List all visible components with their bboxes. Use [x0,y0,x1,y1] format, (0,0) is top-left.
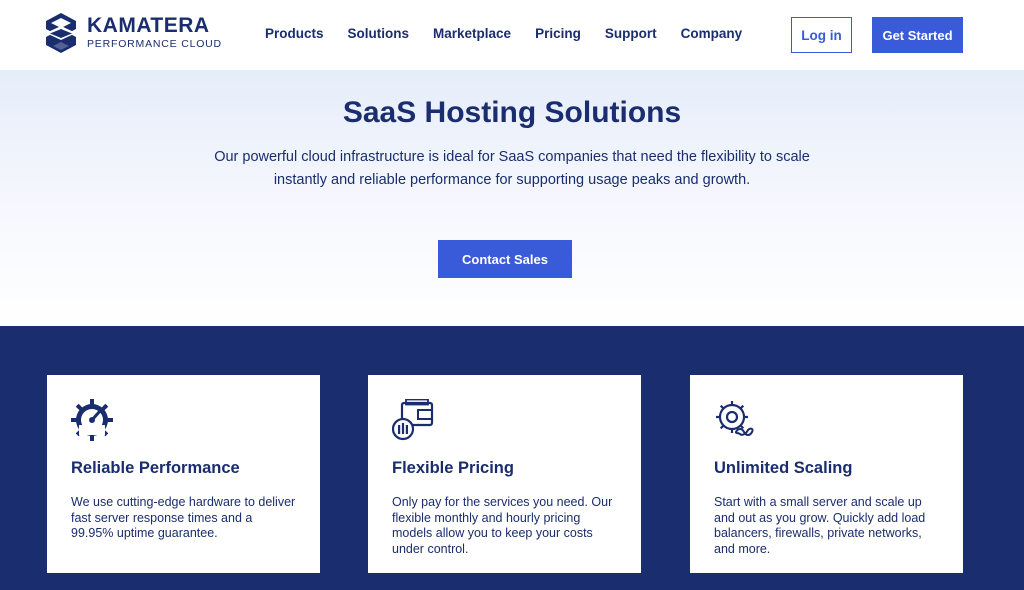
feature-title: Reliable Performance [71,459,240,477]
nav-item-pricing[interactable]: Pricing [535,26,581,41]
feature-text: We use cutting-edge hardware to deliver … [71,495,296,540]
feature-title: Flexible Pricing [392,459,514,477]
nav-item-solutions[interactable]: Solutions [348,26,410,41]
login-button[interactable]: Log in [791,17,852,53]
page-title: SaaS Hosting Solutions [342,96,682,129]
features-section: Reliable Performance We use cutting-edge… [0,326,1024,590]
hero-section: SaaS Hosting Solutions Our powerful clou… [0,70,1024,326]
kamatera-logo-icon [46,13,76,53]
nav-item-company[interactable]: Company [681,26,743,41]
hero-subtitle: Our powerful cloud infrastructure is ide… [214,149,810,188]
feature-title: Unlimited Scaling [714,459,853,477]
brand-tagline: PERFORMANCE CLOUD [87,38,222,50]
gear-infinity-icon [716,401,754,436]
nav-item-marketplace[interactable]: Marketplace [433,26,511,41]
site-header: KAMATERA PERFORMANCE CLOUD Products Solu… [0,0,1024,70]
brand-name: KAMATERA [87,14,210,37]
speedometer-gear-icon [71,399,113,441]
feature-text: Start with a small server and scale up a… [714,495,926,556]
brand-logo[interactable]: KAMATERA PERFORMANCE CLOUD [45,12,222,54]
wallet-coins-icon [391,398,434,441]
feature-card-performance: Reliable Performance We use cutting-edge… [47,375,320,573]
main-nav: Products Solutions Marketplace Pricing S… [265,26,766,41]
nav-item-support[interactable]: Support [605,26,657,41]
contact-sales-button[interactable]: Contact Sales [438,240,572,278]
get-started-button[interactable]: Get Started [872,17,963,53]
feature-text: Only pay for the services you need. Our … [392,495,613,556]
feature-card-pricing: Flexible Pricing Only pay for the servic… [368,375,641,573]
nav-item-products[interactable]: Products [265,26,324,41]
feature-card-scaling: Unlimited Scaling Start with a small ser… [690,375,963,573]
